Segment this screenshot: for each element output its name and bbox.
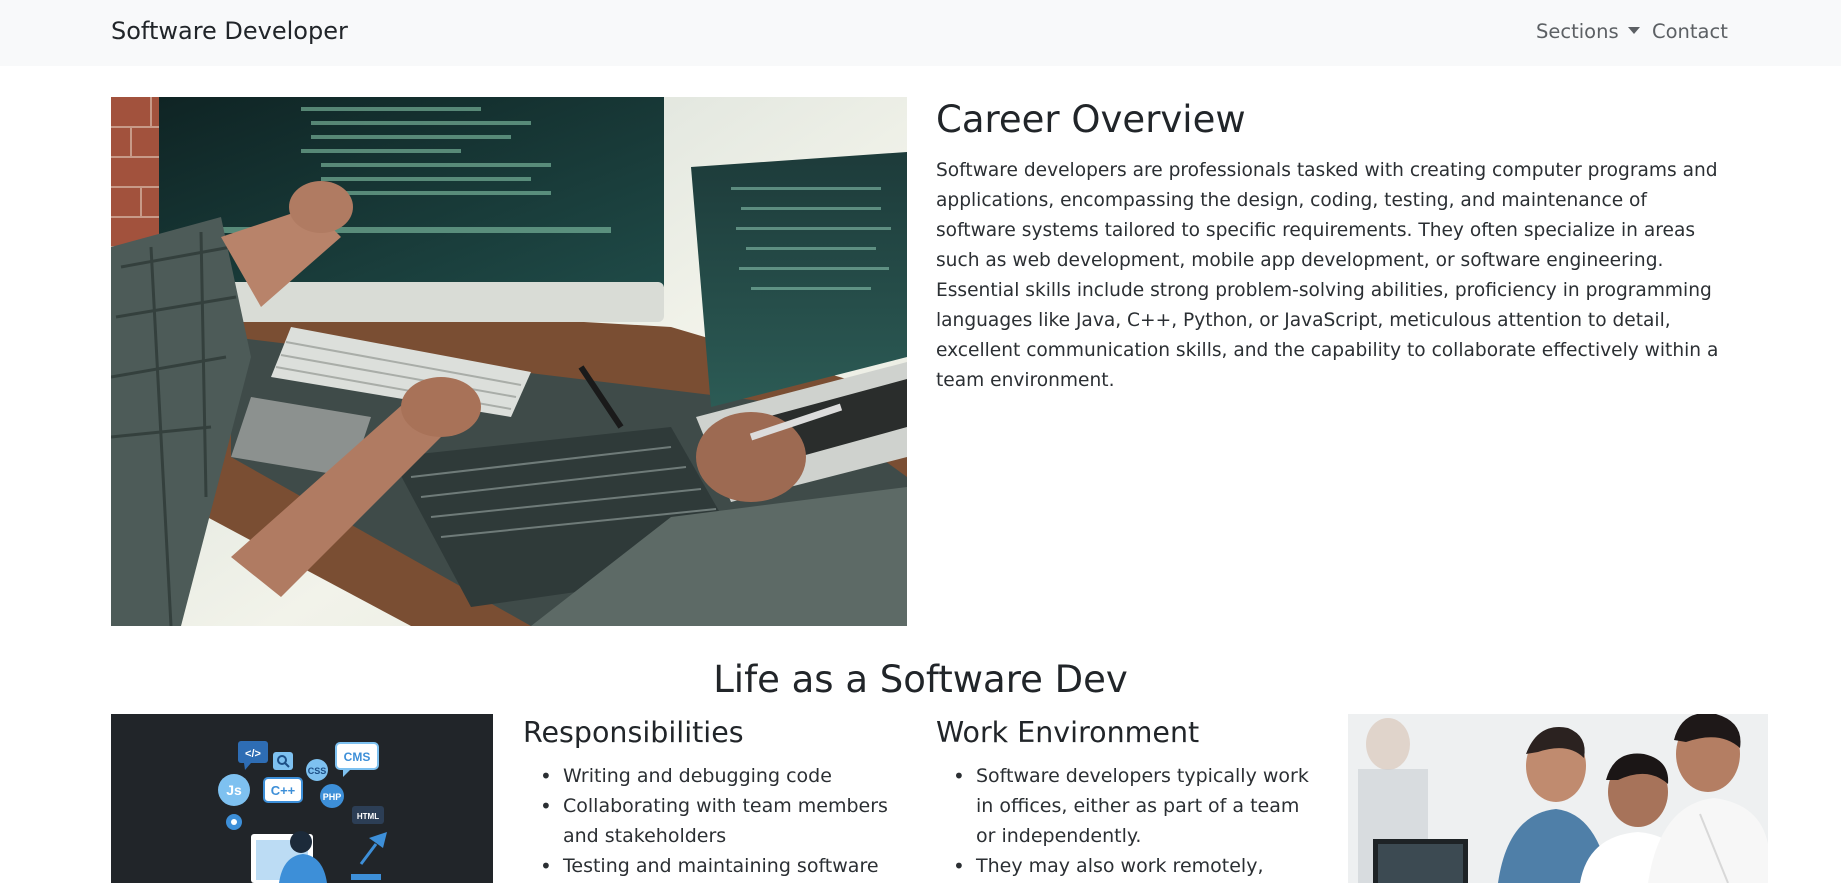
developer-icons-illustration: </> CMS CSS Js C++ PHP HTML (111, 714, 493, 883)
js-badge: Js (226, 782, 242, 798)
css-badge: CSS (308, 766, 327, 776)
contact-link[interactable]: Contact (1652, 20, 1728, 43)
sections-dropdown[interactable]: Sections (1536, 20, 1640, 43)
responsibilities-list: Writing and debugging code Collaborating… (523, 761, 923, 881)
code-badge: </> (245, 748, 261, 760)
list-item: Collaborating with team members and stak… (523, 791, 923, 851)
work-environment-list: Software developers typically work in of… (936, 761, 1316, 881)
list-item: Software developers typically work in of… (936, 761, 1316, 851)
cpp-badge: C++ (271, 783, 296, 798)
cms-badge: CMS (344, 750, 371, 764)
life-section-heading: Life as a Software Dev (713, 658, 1128, 701)
list-item: They may also work remotely, (936, 851, 1316, 881)
developers-at-desk-image (111, 97, 907, 626)
list-item: Writing and debugging code (523, 761, 923, 791)
php-badge: PHP (323, 792, 342, 802)
career-overview-text: Software developers are professionals ta… (936, 160, 1719, 391)
caret-down-icon (1627, 27, 1640, 34)
career-overview-heading: Career Overview (936, 98, 1246, 141)
responsibilities-heading: Responsibilities (523, 716, 744, 749)
sections-label: Sections (1536, 20, 1619, 43)
list-item: Testing and maintaining software (523, 851, 923, 881)
html-badge: HTML (357, 812, 379, 821)
brand-link[interactable]: Software Developer (111, 17, 348, 45)
work-environment-heading: Work Environment (936, 716, 1200, 749)
team-collaboration-image (1348, 714, 1768, 883)
top-navbar: Software Developer Sections Contact (0, 0, 1841, 66)
